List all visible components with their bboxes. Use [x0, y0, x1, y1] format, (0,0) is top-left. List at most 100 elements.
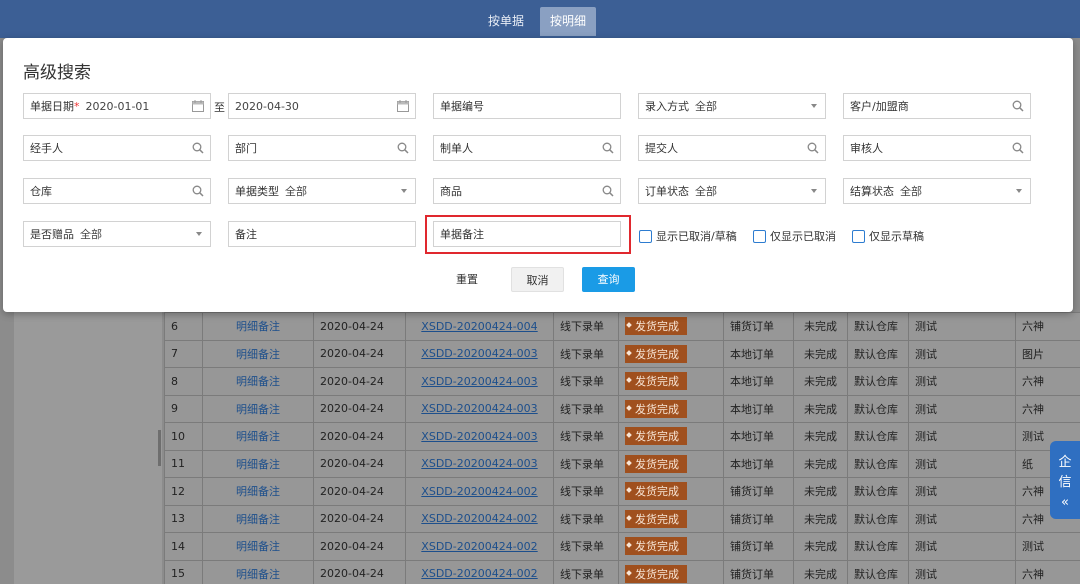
reset-button[interactable]: 重置 — [445, 267, 489, 292]
chevron-down-icon — [1016, 189, 1022, 193]
detail-remark-cell: 明细备注 — [202, 367, 314, 396]
tab-by-document[interactable]: 按单据 — [478, 7, 534, 36]
detail-remark-cell[interactable]: 明细备注 — [236, 403, 280, 416]
search-icon[interactable] — [397, 141, 409, 155]
table-row[interactable]: 7 明细备注 2020-04-24 XSDD-20200424-003 线下录单 发货完成… — [164, 339, 1080, 368]
order-number-link[interactable]: XSDD-20200424-003 — [421, 457, 537, 470]
settle-status-select[interactable]: 结算状态 全部 — [843, 178, 1031, 204]
only-cancelled-checkbox[interactable]: 仅显示已取消 — [753, 228, 836, 244]
department-search-input[interactable]: 部门 — [228, 135, 416, 161]
show-cancelled-draft-checkbox[interactable]: 显示已取消/草稿 — [639, 228, 737, 244]
search-icon[interactable] — [602, 184, 614, 198]
warehouse-cell: 默认仓库 — [854, 457, 898, 471]
doc-date-end-field[interactable]: 2020-04-30 — [228, 93, 416, 119]
product-cell: 测试 — [1022, 540, 1044, 554]
warehouse-cell: 默认仓库 — [847, 559, 909, 584]
order-number-link[interactable]: XSDD-20200424-004 — [421, 320, 537, 333]
table-row[interactable]: 13 明细备注 2020-04-24 XSDD-20200424-002 线下录单 发货完… — [164, 504, 1080, 533]
doc-date-end-value: 2020-04-30 — [235, 99, 299, 113]
entry-method-select[interactable]: 录入方式 全部 — [638, 93, 826, 119]
detail-remark-cell: 明细备注 — [202, 312, 314, 341]
entry-method-cell: 线下录单 — [553, 312, 619, 341]
order-number-cell: XSDD-20200424-002 — [405, 504, 554, 533]
order-status-select[interactable]: 订单状态 全部 — [638, 178, 826, 204]
warehouse-placeholder: 仓库 — [30, 185, 52, 198]
resize-handle[interactable] — [158, 430, 161, 466]
order-number-link[interactable]: XSDD-20200424-002 — [421, 567, 537, 580]
order-number-cell: XSDD-20200424-002 — [405, 559, 554, 584]
warehouse-cell: 默认仓库 — [847, 422, 909, 451]
search-icon[interactable] — [807, 141, 819, 155]
creator-cell: 测试 — [908, 532, 1016, 561]
order-number-link[interactable]: XSDD-20200424-003 — [421, 430, 537, 443]
search-icon[interactable] — [1012, 141, 1024, 155]
table-row[interactable]: 15 明细备注 2020-04-24 XSDD-20200424-002 线下录单 发货完… — [164, 559, 1080, 584]
reviewer-placeholder: 审核人 — [850, 142, 883, 155]
order-number-link[interactable]: XSDD-20200424-002 — [421, 485, 537, 498]
status-cell: 发货完成 — [618, 339, 724, 368]
handler-placeholder: 经手人 — [30, 142, 63, 155]
table-row[interactable]: 12 明细备注 2020-04-24 XSDD-20200424-002 线下录单 发货完… — [164, 477, 1080, 506]
doc-type-value: 全部 — [285, 185, 307, 198]
order-number-link[interactable]: XSDD-20200424-002 — [421, 512, 537, 525]
submitter-search-input[interactable]: 提交人 — [638, 135, 826, 161]
detail-remark-cell[interactable]: 明细备注 — [236, 348, 280, 361]
detail-remark-cell[interactable]: 明细备注 — [236, 375, 280, 388]
product-cell: 六神 — [1022, 485, 1044, 499]
table-row[interactable]: 10 明细备注 2020-04-24 XSDD-20200424-003 线下录单 发货完… — [164, 422, 1080, 451]
search-icon[interactable] — [192, 184, 204, 198]
detail-remark-cell[interactable]: 明细备注 — [236, 485, 280, 498]
settle-status-cell: 未完成 — [804, 457, 837, 471]
detail-remark-cell[interactable]: 明细备注 — [236, 513, 280, 526]
calendar-icon[interactable] — [192, 99, 204, 113]
tab-by-detail[interactable]: 按明细 — [540, 7, 597, 36]
warehouse-search-input[interactable]: 仓库 — [23, 178, 211, 204]
row-number-cell: 10 — [164, 422, 203, 451]
warehouse-cell: 默认仓库 — [854, 347, 898, 361]
product-cell: 纸 — [1022, 457, 1033, 471]
only-draft-checkbox[interactable]: 仅显示草稿 — [852, 228, 924, 244]
cancel-button[interactable]: 取消 — [511, 267, 564, 292]
search-icon[interactable] — [1012, 99, 1024, 113]
detail-remark-cell[interactable]: 明细备注 — [236, 430, 280, 443]
order-number-link[interactable]: XSDD-20200424-003 — [421, 375, 537, 388]
table-row[interactable]: 11 明细备注 2020-04-24 XSDD-20200424-003 线下录单 发货完… — [164, 449, 1080, 478]
row-number-cell: 14 — [171, 539, 185, 553]
table-row[interactable]: 14 明细备注 2020-04-24 XSDD-20200424-002 线下录单 发货完… — [164, 532, 1080, 561]
dialog-title: 高级搜索 — [23, 63, 91, 83]
customer-search-input[interactable]: 客户/加盟商 — [843, 93, 1031, 119]
qixin-side-widget[interactable]: 企 信 « — [1050, 441, 1080, 519]
checkbox-box[interactable] — [639, 229, 652, 243]
order-type-cell: 本地订单 — [723, 339, 794, 368]
settle-status-cell: 未完成 — [793, 559, 848, 584]
creator-cell: 测试 — [908, 504, 1016, 533]
detail-remark-cell[interactable]: 明细备注 — [236, 568, 280, 581]
detail-remark-cell[interactable]: 明细备注 — [236, 320, 280, 333]
search-icon[interactable] — [192, 141, 204, 155]
row-number-cell: 7 — [164, 339, 203, 368]
calendar-icon[interactable] — [397, 99, 409, 113]
checkbox-box[interactable] — [753, 229, 766, 243]
remark-input[interactable]: 备注 — [228, 221, 416, 247]
handler-search-input[interactable]: 经手人 — [23, 135, 211, 161]
query-button[interactable]: 查询 — [582, 267, 635, 292]
creator-search-input[interactable]: 制单人 — [433, 135, 621, 161]
product-search-input[interactable]: 商品 — [433, 178, 621, 204]
creator-cell: 测试 — [908, 477, 1016, 506]
table-row[interactable]: 8 明细备注 2020-04-24 XSDD-20200424-003 线下录单 发货完成… — [164, 367, 1080, 396]
doc-date-start-field[interactable]: 单据日期 * 2020-01-01 — [23, 93, 211, 119]
doc-number-input[interactable]: 单据编号 — [433, 93, 621, 119]
order-number-link[interactable]: XSDD-20200424-003 — [421, 402, 537, 415]
doc-type-select[interactable]: 单据类型 全部 — [228, 178, 416, 204]
table-row[interactable]: 9 明细备注 2020-04-24 XSDD-20200424-003 线下录单 发货完成… — [164, 394, 1080, 423]
is-gift-select[interactable]: 是否赠品 全部 — [23, 221, 211, 247]
detail-remark-cell[interactable]: 明细备注 — [236, 540, 280, 553]
checkbox-box[interactable] — [852, 229, 865, 243]
detail-remark-cell[interactable]: 明细备注 — [236, 458, 280, 471]
table-row[interactable]: 6 明细备注 2020-04-24 XSDD-20200424-004 线下录单 发货完成… — [164, 312, 1080, 341]
reviewer-search-input[interactable]: 审核人 — [843, 135, 1031, 161]
order-number-link[interactable]: XSDD-20200424-003 — [421, 347, 537, 360]
search-icon[interactable] — [602, 141, 614, 155]
order-number-link[interactable]: XSDD-20200424-002 — [421, 540, 537, 553]
date-range-separator: 至 — [214, 101, 225, 114]
